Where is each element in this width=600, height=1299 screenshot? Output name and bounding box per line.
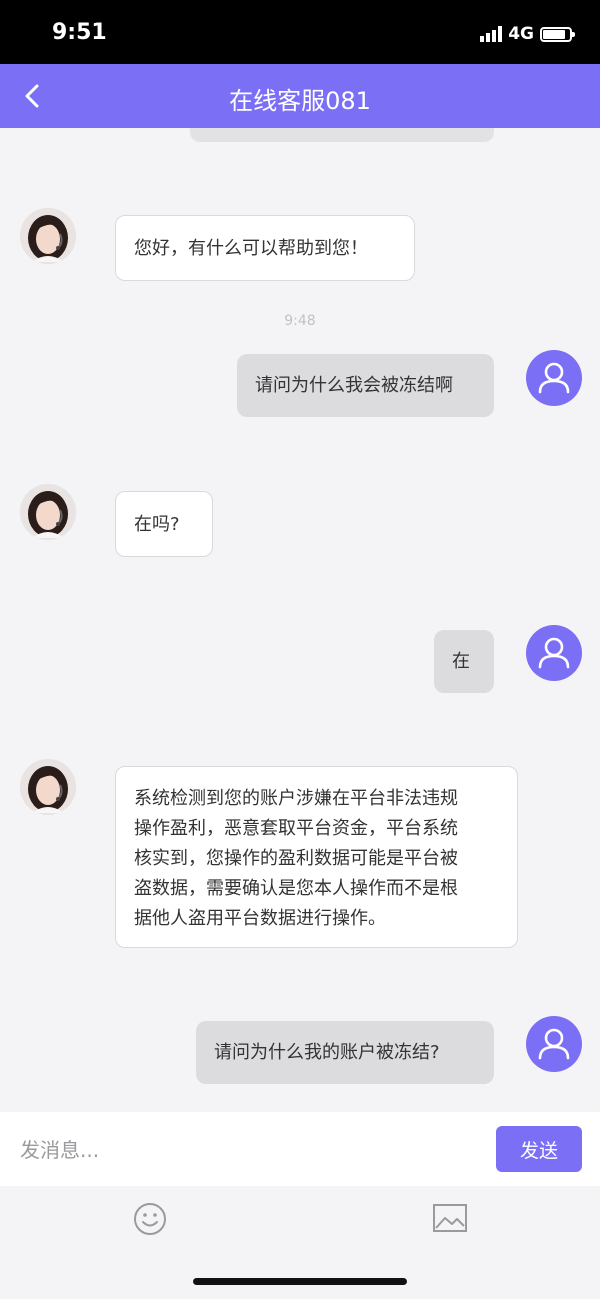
home-indicator[interactable] [193, 1278, 407, 1285]
status-indicators: 4G [480, 24, 575, 44]
image-icon[interactable] [432, 1203, 468, 1233]
message-input[interactable] [18, 1130, 482, 1170]
message-line: 操作盈利，恶意套取平台资金，平台系统 [134, 818, 458, 839]
user-message: 在 [434, 630, 494, 693]
user-icon [538, 1028, 570, 1060]
message-text: 您好，有什么可以帮助到您！ [134, 238, 368, 259]
message-text: 请问为什么我的账户被冻结? [214, 1042, 440, 1063]
message-line: 核实到，您操作的盈利数据可能是平台被 [134, 848, 458, 869]
smiley-icon[interactable] [132, 1201, 168, 1237]
user-icon [538, 362, 570, 394]
agent-avatar [20, 484, 76, 540]
page-title: 在线客服081 [229, 87, 371, 115]
user-avatar [526, 350, 582, 406]
user-avatar [526, 1016, 582, 1072]
agent-avatar-image [20, 484, 76, 540]
send-button[interactable]: 发送 [496, 1126, 582, 1172]
message-text: 请问为什么我会被冻结啊 [255, 375, 453, 396]
user-avatar [526, 625, 582, 681]
signal-icon [480, 26, 503, 42]
battery-icon [540, 26, 575, 42]
agent-message: 系统检测到您的账户涉嫌在平台非法违规 操作盈利，恶意套取平台资金，平台系统 核实… [115, 766, 518, 948]
agent-avatar-image [20, 759, 76, 815]
message-text: 在吗? [134, 514, 180, 535]
agent-message: 在吗? [115, 491, 213, 557]
nav-bar: 在线客服081 [0, 64, 600, 128]
status-time: 9:51 [52, 20, 107, 45]
agent-message: 您好，有什么可以帮助到您！ [115, 215, 415, 281]
status-bar: 9:51 4G [0, 0, 600, 64]
message-line: 系统检测到您的账户涉嫌在平台非法违规 [134, 788, 458, 809]
user-icon [538, 637, 570, 669]
agent-avatar-image [20, 208, 76, 264]
network-label: 4G [508, 24, 534, 44]
message-line: 盗数据，需要确认是您本人操作而不是根 [134, 878, 458, 899]
user-message: 请问为什么我的账户被冻结? [196, 1021, 494, 1084]
agent-avatar [20, 759, 76, 815]
previous-message-edge [190, 128, 494, 142]
message-text: 在 [452, 651, 470, 672]
agent-avatar [20, 208, 76, 264]
chat-area[interactable]: 您好，有什么可以帮助到您！ 9:48 请问为什么我会被冻结啊 在吗? 在 系统检… [0, 128, 600, 1112]
message-line: 据他人盗用平台数据进行操作。 [134, 908, 386, 929]
composer-bar: 发送 [0, 1112, 600, 1186]
user-message: 请问为什么我会被冻结啊 [237, 354, 494, 417]
message-timestamp: 9:48 [284, 313, 316, 329]
toolbar [0, 1186, 600, 1250]
